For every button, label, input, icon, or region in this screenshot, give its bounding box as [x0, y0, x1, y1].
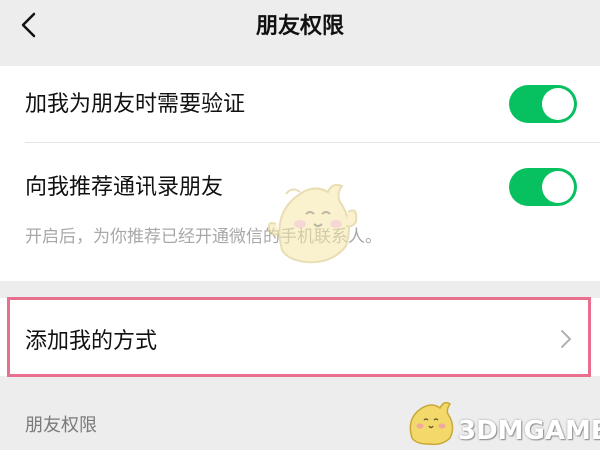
toggle-knob — [542, 88, 574, 120]
nav-bar: 朋友权限 — [0, 0, 600, 54]
require-verification-toggle[interactable] — [509, 85, 577, 123]
screen: 朋友权限 加我为朋友时需要验证 向我推荐通讯录朋友 开启后，为你推荐已经开通微信… — [0, 0, 600, 450]
mascot-watermark-icon — [267, 183, 358, 264]
page-title: 朋友权限 — [255, 14, 344, 39]
recommend-contacts-toggle[interactable] — [509, 168, 577, 206]
watermark-mascot-icon — [409, 401, 454, 446]
row-divider — [25, 142, 600, 143]
watermark-logo-text: 3DMGAME — [458, 416, 600, 446]
add-methods-label: 添加我的方式 — [25, 329, 158, 354]
toggle-knob — [542, 171, 574, 203]
recommend-contacts-label: 向我推荐通讯录朋友 — [25, 175, 224, 200]
require-verification-label: 加我为朋友时需要验证 — [25, 92, 246, 117]
back-chevron-icon[interactable] — [14, 8, 48, 42]
chevron-right-icon — [561, 330, 571, 348]
section-header: 朋友权限 — [25, 415, 97, 436]
